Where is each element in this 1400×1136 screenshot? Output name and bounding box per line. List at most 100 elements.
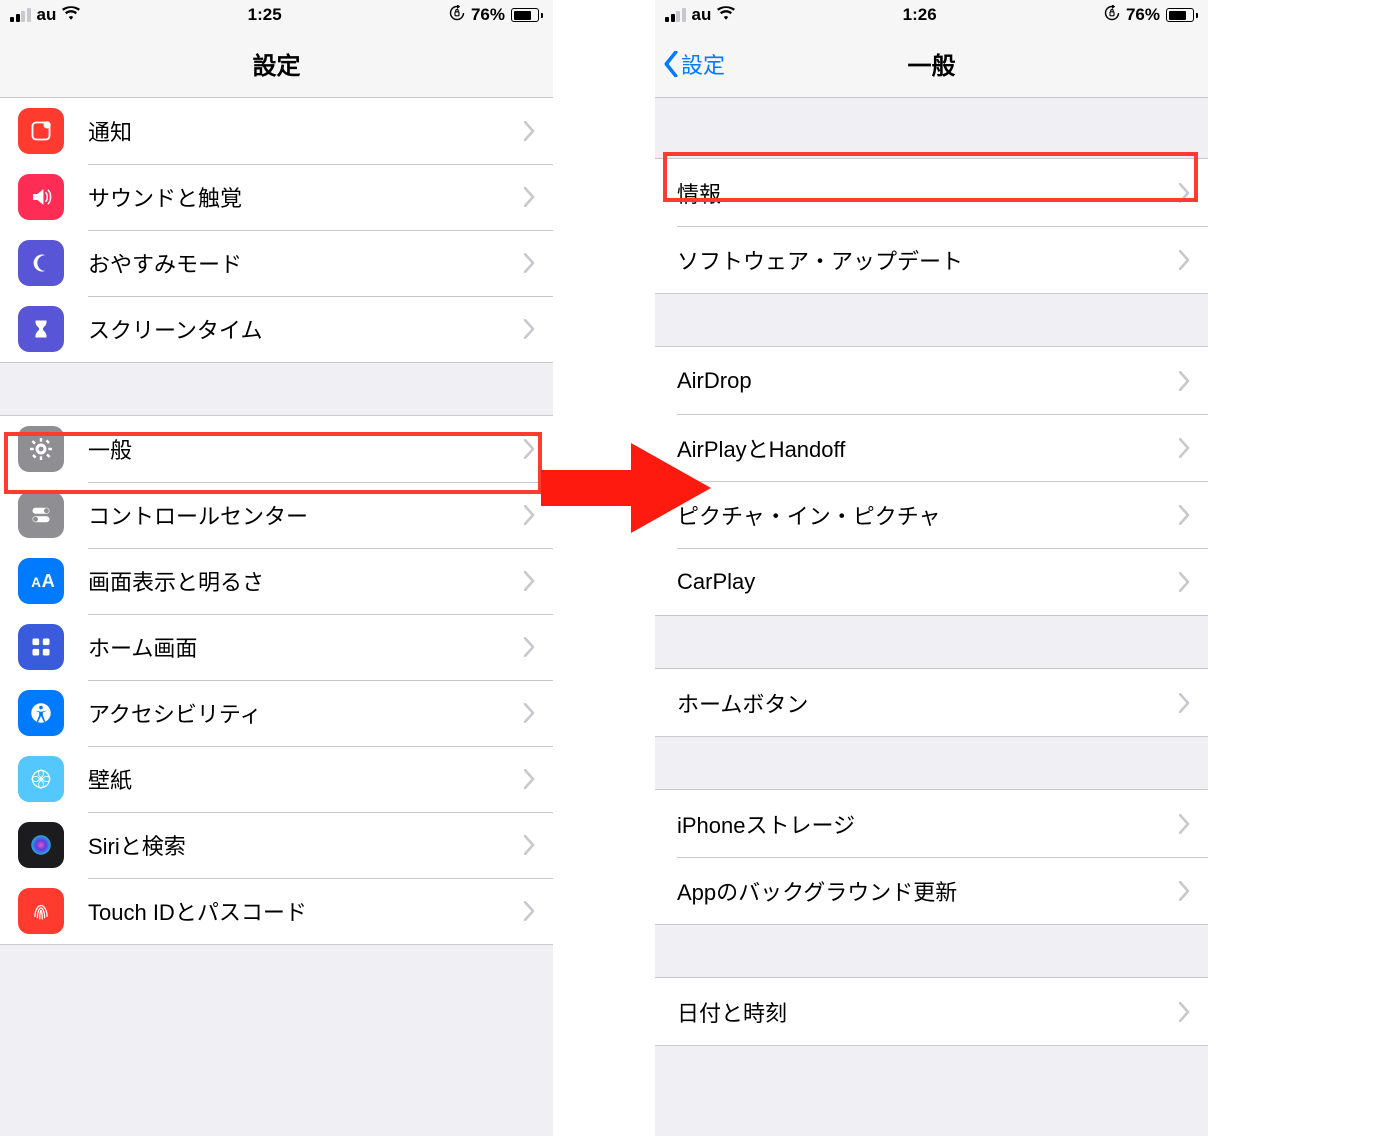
rotation-lock-icon (449, 5, 465, 26)
general-row[interactable]: AirPlayとHandoff (655, 414, 1208, 481)
row-label: ソフトウェア・アップデート (677, 244, 1179, 276)
status-time: 1:26 (903, 5, 937, 25)
battery-pct: 76% (471, 5, 505, 25)
fingerprint-icon (18, 888, 64, 934)
wifi-icon (717, 5, 735, 25)
chevron-left-icon (663, 51, 679, 77)
battery-icon (511, 8, 543, 22)
general-row[interactable]: ソフトウェア・アップデート (655, 226, 1208, 293)
general-row[interactable]: ホームボタン (655, 669, 1208, 736)
settings-group-2: 一般 コントロールセンター AA 画面表示と明るさ ホーム画面 アクセシビリティ… (0, 415, 553, 945)
chevron-right-icon (524, 439, 535, 459)
wifi-icon (62, 5, 80, 25)
settings-row-text-size[interactable]: AA 画面表示と明るさ (0, 548, 553, 614)
row-label: サウンドと触覚 (88, 181, 524, 213)
chevron-right-icon (1179, 881, 1190, 901)
status-bar: au 1:26 76% (655, 0, 1208, 30)
chevron-right-icon (524, 637, 535, 657)
chevron-right-icon (1179, 693, 1190, 713)
status-left: au (665, 5, 735, 25)
moon-icon (18, 240, 64, 286)
general-row[interactable]: iPhoneストレージ (655, 790, 1208, 857)
settings-screen: au 1:25 76% 設定 通知 サウンドと触覚 おやすみモード スクリーンタ… (0, 0, 553, 1136)
page-title: 設定 (253, 46, 301, 81)
settings-row-gear[interactable]: 一般 (0, 416, 553, 482)
toggles-icon (18, 492, 64, 538)
general-row[interactable]: CarPlay (655, 548, 1208, 615)
row-label: ピクチャ・イン・ピクチャ (677, 499, 1179, 531)
section-gap (655, 98, 1208, 158)
row-label: ホームボタン (677, 687, 1179, 719)
settings-row-toggles[interactable]: コントロールセンター (0, 482, 553, 548)
nav-bar: 設定 一般 (655, 30, 1208, 98)
chevron-right-icon (524, 187, 535, 207)
back-button[interactable]: 設定 (663, 48, 725, 80)
siri-icon (18, 822, 64, 868)
section-gap (655, 294, 1208, 346)
accessibility-icon (18, 690, 64, 736)
chevron-right-icon (524, 769, 535, 789)
settings-row-accessibility[interactable]: アクセシビリティ (0, 680, 553, 746)
chevron-right-icon (1179, 814, 1190, 834)
chevron-right-icon (524, 505, 535, 525)
section-gap (655, 925, 1208, 977)
general-row[interactable]: ピクチャ・イン・ピクチャ (655, 481, 1208, 548)
settings-row-moon[interactable]: おやすみモード (0, 230, 553, 296)
status-right: 76% (449, 5, 543, 26)
row-label: おやすみモード (88, 247, 524, 279)
chevron-right-icon (524, 703, 535, 723)
wallpaper-icon (18, 756, 64, 802)
general-row[interactable]: 情報 (655, 159, 1208, 226)
row-label: 一般 (88, 433, 524, 465)
chevron-right-icon (1179, 250, 1190, 270)
settings-row-siri[interactable]: Siriと検索 (0, 812, 553, 878)
sound-icon (18, 174, 64, 220)
row-label: Touch IDとパスコード (88, 895, 524, 927)
settings-group-1: 通知 サウンドと触覚 おやすみモード スクリーンタイム (0, 98, 553, 363)
settings-row-fingerprint[interactable]: Touch IDとパスコード (0, 878, 553, 944)
general-content[interactable]: 情報 ソフトウェア・アップデート AirDrop AirPlayとHandoff… (655, 98, 1208, 1136)
row-label: スクリーンタイム (88, 313, 524, 345)
gear-icon (18, 426, 64, 472)
section-gap (0, 363, 553, 415)
settings-row-wallpaper[interactable]: 壁紙 (0, 746, 553, 812)
notifications-icon (18, 108, 64, 154)
chevron-right-icon (1179, 371, 1190, 391)
row-label: AirDrop (677, 368, 1179, 394)
text-size-icon: AA (18, 558, 64, 604)
general-group-b: AirDrop AirPlayとHandoff ピクチャ・イン・ピクチャ Car… (655, 346, 1208, 616)
chevron-right-icon (524, 319, 535, 339)
status-time: 1:25 (248, 5, 282, 25)
general-row[interactable]: AirDrop (655, 347, 1208, 414)
row-label: AirPlayとHandoff (677, 432, 1179, 464)
general-row[interactable]: 日付と時刻 (655, 978, 1208, 1045)
status-left: au (10, 5, 80, 25)
svg-text:A: A (42, 570, 55, 591)
row-label: ホーム画面 (88, 631, 524, 663)
general-group-d: iPhoneストレージ Appのバックグラウンド更新 (655, 789, 1208, 925)
arrow-icon (541, 438, 711, 538)
settings-row-sound[interactable]: サウンドと触覚 (0, 164, 553, 230)
row-label: Siriと検索 (88, 829, 524, 861)
row-label: iPhoneストレージ (677, 808, 1179, 840)
back-label: 設定 (681, 48, 725, 80)
chevron-right-icon (1179, 572, 1190, 592)
settings-row-hourglass[interactable]: スクリーンタイム (0, 296, 553, 362)
chevron-right-icon (1179, 438, 1190, 458)
home-apps-icon (18, 624, 64, 670)
settings-row-notifications[interactable]: 通知 (0, 98, 553, 164)
signal-icon (665, 8, 686, 22)
settings-row-home-apps[interactable]: ホーム画面 (0, 614, 553, 680)
status-bar: au 1:25 76% (0, 0, 553, 30)
settings-content[interactable]: 通知 サウンドと触覚 おやすみモード スクリーンタイム 一般 コントロールセンタ… (0, 98, 553, 1136)
general-row[interactable]: Appのバックグラウンド更新 (655, 857, 1208, 924)
chevron-right-icon (524, 253, 535, 273)
row-label: 情報 (677, 177, 1179, 209)
screen-gap (553, 0, 655, 1136)
chevron-right-icon (1179, 505, 1190, 525)
status-right: 76% (1104, 5, 1198, 26)
row-label: コントロールセンター (88, 499, 524, 531)
battery-pct: 76% (1126, 5, 1160, 25)
row-label: 画面表示と明るさ (88, 565, 524, 597)
svg-text:A: A (31, 575, 41, 590)
